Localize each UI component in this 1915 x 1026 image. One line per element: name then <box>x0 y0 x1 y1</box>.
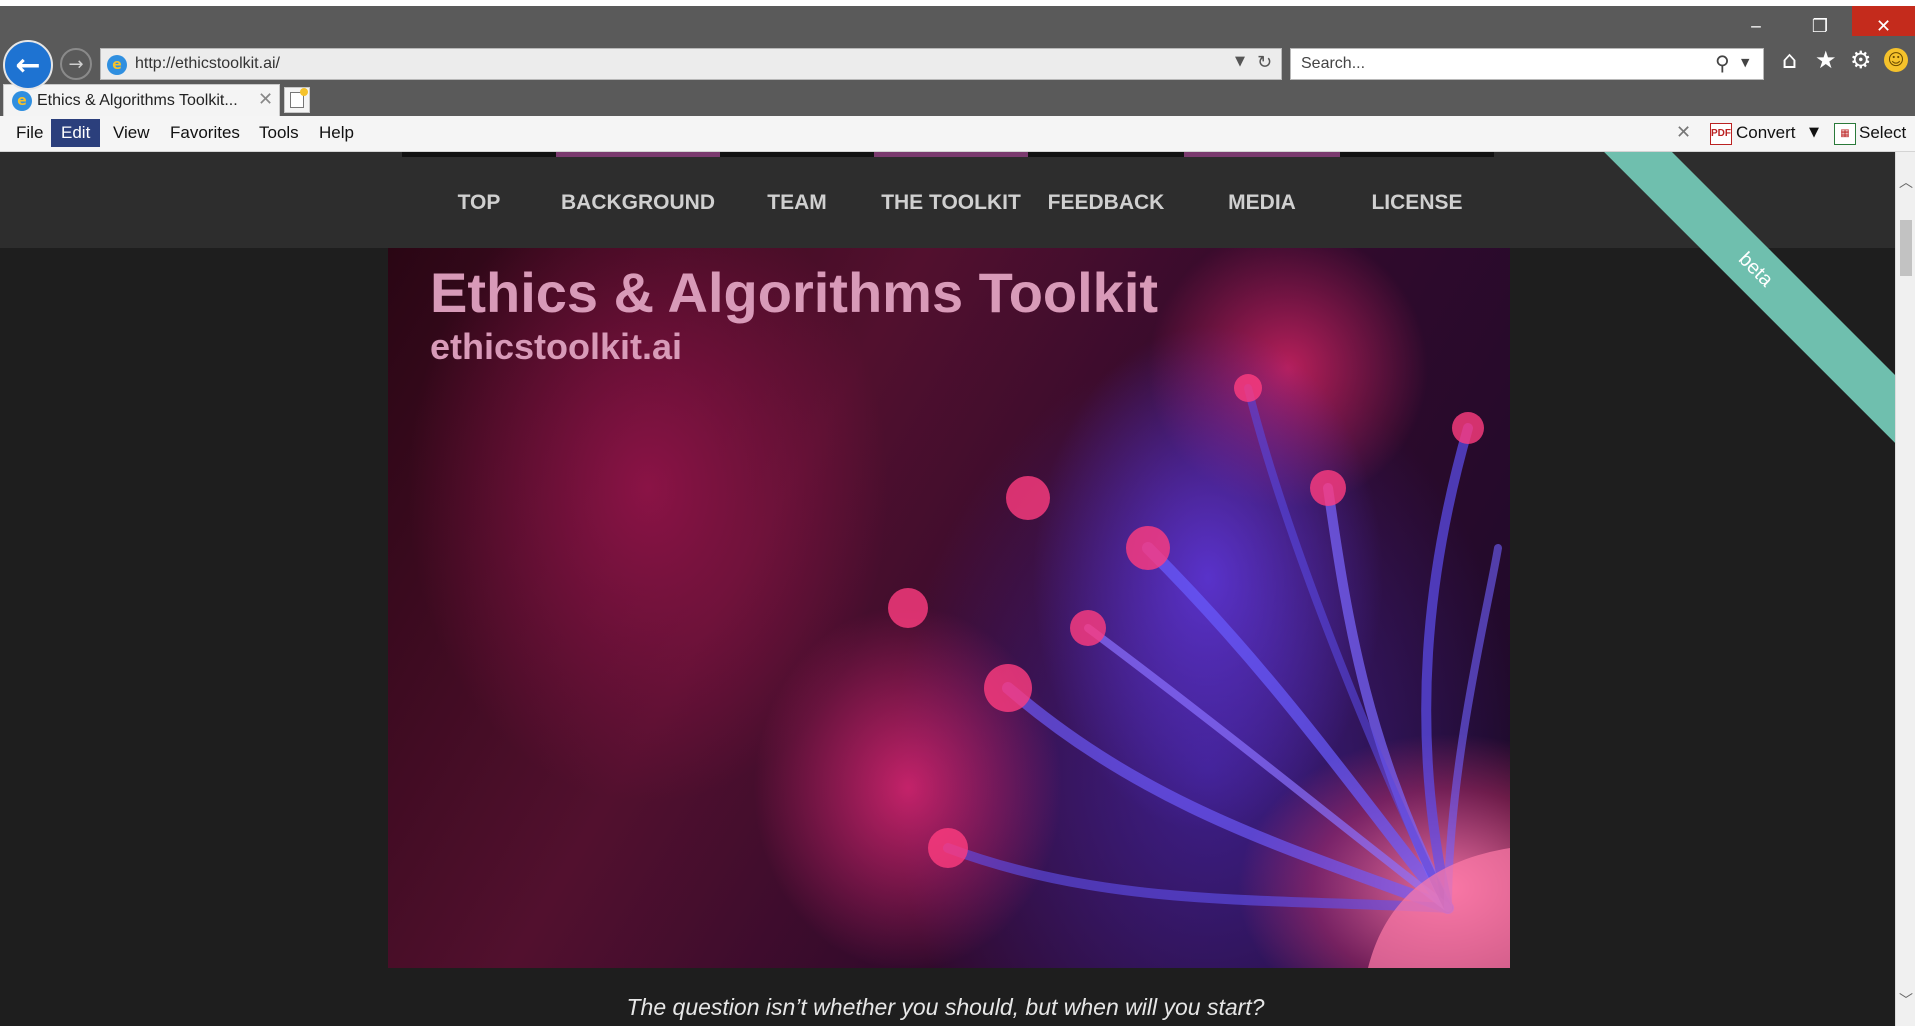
nav-the-toolkit[interactable]: THE TOOLKIT <box>874 152 1028 248</box>
tab-ethics-toolkit[interactable]: e Ethics & Algorithms Toolkit... ✕ <box>3 84 280 116</box>
pdf-select-icon[interactable]: ▦ <box>1834 123 1856 145</box>
nav-media[interactable]: MEDIA <box>1184 152 1340 248</box>
tab-strip: e Ethics & Algorithms Toolkit... ✕ <box>0 84 1915 116</box>
address-dropdown-icon[interactable]: ▼ <box>1235 54 1245 69</box>
tagline: The question isn’t whether you should, b… <box>0 994 1895 1021</box>
search-icon[interactable]: ⚲ <box>1715 51 1730 75</box>
back-button[interactable]: ← <box>3 40 53 90</box>
nav-background-label: BACKGROUND <box>561 190 715 214</box>
nav-team[interactable]: TEAM <box>720 152 874 248</box>
search-dropdown-icon[interactable]: ▼ <box>1741 56 1749 69</box>
search-placeholder: Search... <box>1301 55 1366 72</box>
forward-button[interactable]: → <box>60 48 92 80</box>
nav-license[interactable]: LICENSE <box>1340 152 1494 248</box>
hero-subtitle: ethicstoolkit.ai <box>430 326 683 367</box>
scroll-thumb[interactable] <box>1900 220 1912 276</box>
search-input[interactable]: Search... ⚲ ▼ <box>1290 48 1764 80</box>
nav-top[interactable]: TOP <box>402 152 556 248</box>
hero-title: Ethics & Algorithms Toolkit <box>430 261 1159 324</box>
address-text[interactable]: http://ethicstoolkit.ai/ <box>135 55 280 73</box>
nav-team-label: TEAM <box>767 190 827 214</box>
nav-feedback-label: FEEDBACK <box>1047 190 1165 214</box>
refresh-icon[interactable]: ↻ <box>1257 52 1272 73</box>
tagline-text: The question isn’t whether you should, b… <box>626 994 1265 1020</box>
beta-ribbon-label: beta <box>1734 247 1778 291</box>
nav-media-label: MEDIA <box>1228 190 1296 214</box>
home-icon[interactable]: ⌂ <box>1782 46 1797 74</box>
menu-favorites[interactable]: Favorites <box>168 123 242 143</box>
select-button[interactable]: Select <box>1859 123 1906 143</box>
web-page: TOP BACKGROUND TEAM THE TOOLKIT FEEDBACK… <box>0 152 1895 1026</box>
menu-tools[interactable]: Tools <box>257 123 301 143</box>
nav-license-label: LICENSE <box>1371 190 1463 214</box>
arrow-right-icon: → <box>68 53 84 75</box>
new-tab-button[interactable] <box>284 87 310 113</box>
pdf-convert-icon[interactable]: PDF <box>1710 123 1732 145</box>
smiley-icon[interactable]: ☺ <box>1884 48 1908 72</box>
gear-icon[interactable]: ⚙ <box>1850 46 1872 74</box>
hero-image: Ethics & Algorithms Toolkit ethicstoolki… <box>388 248 1510 968</box>
nav-top-label: TOP <box>457 190 501 214</box>
menu-help[interactable]: Help <box>317 123 356 143</box>
convert-button[interactable]: Convert <box>1736 123 1796 143</box>
star-icon[interactable]: ★ <box>1815 46 1837 74</box>
scroll-down-icon[interactable]: ﹀ <box>1899 990 1913 1010</box>
site-navigation: TOP BACKGROUND TEAM THE TOOLKIT FEEDBACK… <box>0 152 1895 248</box>
new-tab-icon <box>290 88 308 108</box>
tab-title: Ethics & Algorithms Toolkit... <box>37 92 238 109</box>
arrow-left-icon: ← <box>15 47 41 83</box>
vertical-scrollbar[interactable]: ︿ ﹀ <box>1895 152 1915 1026</box>
close-toolbar-icon[interactable]: ✕ <box>1676 122 1691 143</box>
convert-dropdown-icon[interactable]: ▼ <box>1809 125 1819 140</box>
menu-view[interactable]: View <box>111 123 152 143</box>
address-bar[interactable]: e http://ethicstoolkit.ai/ ▼ ↻ <box>100 48 1282 80</box>
nav-background[interactable]: BACKGROUND <box>556 152 720 248</box>
menu-file[interactable]: File <box>14 123 45 143</box>
nav-feedback[interactable]: FEEDBACK <box>1028 152 1184 248</box>
browser-toolbar: ← → e http://ethicstoolkit.ai/ ▼ ↻ Searc… <box>0 36 1915 90</box>
close-tab-icon[interactable]: ✕ <box>258 89 273 110</box>
nav-the-toolkit-label: THE TOOLKIT <box>881 190 1021 214</box>
scroll-up-icon[interactable]: ︿ <box>1899 172 1913 192</box>
menu-bar: File Edit View Favorites Tools Help ✕ PD… <box>0 116 1915 152</box>
menu-edit[interactable]: Edit <box>51 119 101 147</box>
ie-tab-icon: e <box>12 91 32 111</box>
ie-page-icon: e <box>107 55 127 75</box>
